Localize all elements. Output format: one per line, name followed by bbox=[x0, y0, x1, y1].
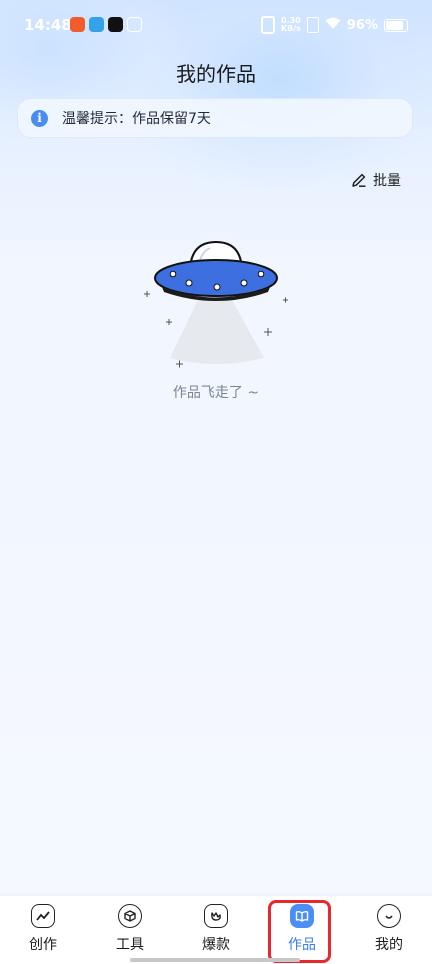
smile-face-icon bbox=[377, 904, 401, 928]
battery-percent: 96% bbox=[346, 17, 378, 33]
ufo-illustration bbox=[144, 240, 288, 368]
sim-icon bbox=[306, 17, 319, 33]
empty-state-text: 作品飞走了 ~ bbox=[172, 385, 260, 401]
vibrate-icon bbox=[260, 16, 275, 34]
battery-icon bbox=[384, 18, 408, 32]
status-bar: 14:48 0.30 KB/s 96% bbox=[0, 0, 432, 50]
nav-item-tools[interactable]: 工具 bbox=[100, 904, 160, 954]
home-indicator bbox=[130, 958, 300, 962]
net-speed: 0.30 KB/s bbox=[280, 16, 301, 33]
bottom-nav: 创作 工具 爆款 作品 我的 bbox=[0, 896, 432, 964]
page-title: 我的作品 bbox=[176, 62, 256, 86]
info-icon: i bbox=[31, 109, 48, 127]
grid-icon bbox=[127, 17, 142, 32]
game-icon bbox=[89, 17, 104, 32]
batch-button[interactable]: 批量 bbox=[351, 170, 401, 190]
cube-icon bbox=[118, 904, 142, 928]
wifi-icon bbox=[325, 17, 341, 34]
chart-line-icon bbox=[31, 904, 55, 928]
weibo-icon bbox=[70, 17, 85, 32]
trend-icon bbox=[204, 904, 228, 928]
notice-text: 温馨提示：作品保留7天 bbox=[62, 111, 211, 127]
notice-banner: i 温馨提示：作品保留7天 bbox=[17, 98, 413, 138]
highlight-box bbox=[268, 900, 331, 963]
nav-label-create: 创作 bbox=[29, 937, 57, 953]
status-app-icons bbox=[70, 17, 142, 32]
status-right: 0.30 KB/s 96% bbox=[260, 16, 408, 34]
nav-item-me[interactable]: 我的 bbox=[359, 904, 419, 954]
nav-label-me: 我的 bbox=[375, 937, 403, 953]
status-time: 14:48 bbox=[24, 16, 72, 34]
nav-label-hot: 爆款 bbox=[202, 937, 230, 953]
nav-item-create[interactable]: 创作 bbox=[13, 904, 73, 954]
pencil-icon bbox=[352, 173, 366, 187]
nav-label-tools: 工具 bbox=[116, 937, 144, 953]
nav-item-hot[interactable]: 爆款 bbox=[186, 904, 246, 954]
tiktok-icon bbox=[108, 17, 123, 32]
batch-label: 批量 bbox=[373, 173, 401, 189]
